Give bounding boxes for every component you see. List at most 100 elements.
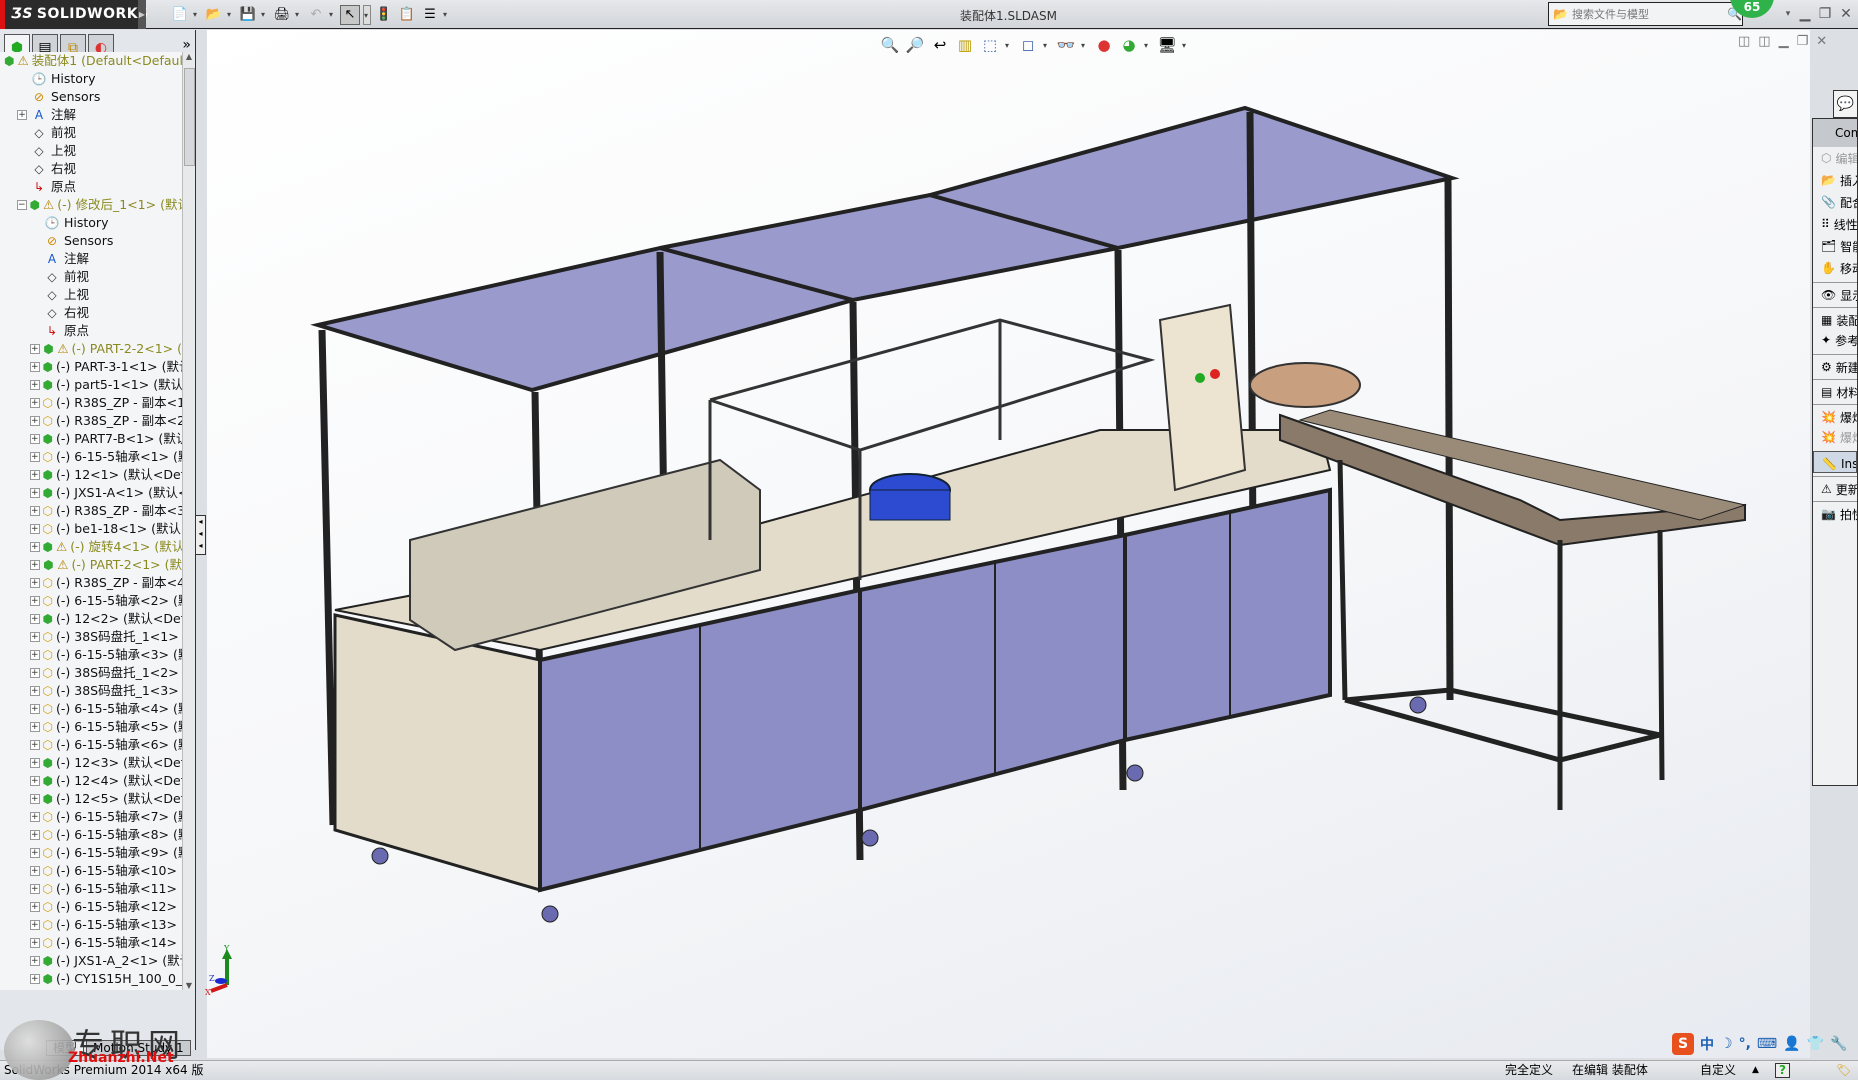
user-icon[interactable]: 👤: [1783, 1036, 1800, 1052]
tree-item[interactable]: ↳ 原点: [0, 178, 182, 196]
expand-toggle[interactable]: +: [30, 542, 40, 552]
tree-item[interactable]: + ⬡ (-) R38S_ZP - 副本<2: [0, 412, 182, 430]
section-view-icon[interactable]: ▥: [955, 35, 975, 55]
expand-toggle[interactable]: +: [30, 650, 40, 660]
rebuild-traffic-light-icon[interactable]: 🚦: [374, 5, 394, 25]
tree-item[interactable]: + ⬡ (-) 6-15-5轴承<12> (: [0, 898, 182, 916]
tree-item[interactable]: + ⬢ (-) PART7-B<1> (默认: [0, 430, 182, 448]
print-icon[interactable]: 🖨: [272, 5, 292, 25]
zoom-to-area-icon[interactable]: 🔎: [905, 35, 925, 55]
new-dropdown[interactable]: ▾: [193, 10, 201, 19]
settings-wrench-icon[interactable]: 🔧: [1830, 1036, 1847, 1052]
tree-item[interactable]: 🕒 History: [0, 70, 182, 88]
tree-item[interactable]: + ⬡ (-) 38S码盘托_1<3> (: [0, 682, 182, 700]
save-icon[interactable]: 💾: [238, 5, 258, 25]
tree-item[interactable]: + ⬢ (-) CY1S15H_100_0_0: [0, 970, 182, 988]
save-dropdown[interactable]: ▾: [261, 10, 269, 19]
command-item[interactable]: ⚙新建运动算例: [1813, 354, 1857, 376]
new-document-icon[interactable]: 📄: [170, 5, 190, 25]
ime-mode[interactable]: 中: [1700, 1034, 1714, 1054]
tree-item[interactable]: + ⬢ (-) 12<2> (默认<Defa: [0, 610, 182, 628]
expand-toggle[interactable]: +: [30, 758, 40, 768]
expand-toggle[interactable]: +: [30, 668, 40, 678]
tree-item[interactable]: ⬢ ⚠ 装配体1 (Default<Default: [0, 52, 182, 70]
command-item[interactable]: ✋移动零部件: [1813, 257, 1857, 279]
command-item[interactable]: ▦装配体特征: [1813, 307, 1857, 329]
tree-item[interactable]: + A 注解: [0, 106, 182, 124]
search-input[interactable]: 搜索文件与模型: [1572, 6, 1723, 22]
tree-item[interactable]: + ⬢ (-) 12<1> (默认<Defa: [0, 466, 182, 484]
help-icon[interactable]: ?: [1775, 1063, 1790, 1078]
panel-collapse-handle[interactable]: ◂ ◂ ◂: [196, 515, 206, 555]
scroll-thumb[interactable]: [184, 68, 195, 166]
edit-appearance-icon[interactable]: ●: [1094, 35, 1114, 55]
tree-item[interactable]: + ⬡ (-) R38S_ZP - 副本<1: [0, 394, 182, 412]
expand-toggle[interactable]: +: [30, 956, 40, 966]
expand-toggle[interactable]: +: [30, 812, 40, 822]
command-item[interactable]: 💥爆炸视图: [1813, 404, 1857, 426]
tree-item[interactable]: 🕒 History: [0, 214, 182, 232]
hide-show-items-icon[interactable]: 👓: [1056, 35, 1076, 55]
doc-minimize-icon[interactable]: ▁: [1779, 34, 1789, 49]
scroll-up-arrow[interactable]: ▲: [183, 52, 195, 61]
tree-scrollbar[interactable]: ▲ ▼: [182, 52, 195, 990]
command-item[interactable]: ✦参考几何体: [1813, 329, 1857, 351]
tile-right-icon[interactable]: ◫: [1758, 34, 1770, 49]
expand-toggle[interactable]: +: [30, 848, 40, 858]
tag-icon[interactable]: 🏷: [1836, 1061, 1851, 1080]
close-icon[interactable]: ✕: [1836, 5, 1856, 23]
tree-item[interactable]: + ⬡ (-) 6-15-5轴承<2> (默: [0, 592, 182, 610]
units-selector[interactable]: 自定义: [1700, 1061, 1736, 1080]
expand-toggle[interactable]: +: [30, 614, 40, 624]
expand-toggle[interactable]: +: [30, 362, 40, 372]
expand-toggle[interactable]: +: [30, 398, 40, 408]
tree-item[interactable]: + ⬡ (-) 6-15-5轴承<6> (默: [0, 736, 182, 754]
tree-item[interactable]: + ⬢ (-) 12<5> (默认<Defa: [0, 790, 182, 808]
expand-toggle[interactable]: +: [30, 506, 40, 516]
expand-toggle[interactable]: +: [30, 470, 40, 480]
tree-item[interactable]: ⊘ Sensors: [0, 88, 182, 106]
doc-close-icon[interactable]: ✕: [1816, 34, 1827, 49]
display-style-dropdown[interactable]: ▾: [1043, 41, 1051, 50]
expand-toggle[interactable]: +: [30, 974, 40, 984]
tree-item[interactable]: + ⬡ (-) 6-15-5轴承<9> (默: [0, 844, 182, 862]
tree-item[interactable]: + ⬡ (-) 6-15-5轴承<1> (默: [0, 448, 182, 466]
tree-item[interactable]: A 注解: [0, 250, 182, 268]
tree-item[interactable]: + ⬡ (-) 6-15-5轴承<8> (默: [0, 826, 182, 844]
expand-toggle[interactable]: +: [30, 452, 40, 462]
view-settings-icon[interactable]: 🖥: [1157, 35, 1177, 55]
expand-toggle[interactable]: +: [30, 416, 40, 426]
command-item[interactable]: ▤材料明细表: [1813, 379, 1857, 401]
open-folder-icon[interactable]: 📂: [204, 5, 224, 25]
expand-toggle[interactable]: +: [30, 866, 40, 876]
previous-view-icon[interactable]: ↩: [930, 35, 950, 55]
undo-dropdown[interactable]: ▾: [329, 10, 337, 19]
tree-item[interactable]: + ⬡ (-) 6-15-5轴承<4> (默: [0, 700, 182, 718]
select-dropdown[interactable]: ▾: [363, 4, 371, 25]
tree-item[interactable]: − ⬢ ⚠ (-) 修改后_1<1> (默认: [0, 196, 182, 214]
graphics-area[interactable]: [207, 30, 1810, 1058]
tree-item[interactable]: ↳ 原点: [0, 322, 182, 340]
tree-item[interactable]: + ⬡ (-) 6-15-5轴承<3> (默: [0, 646, 182, 664]
tile-left-icon[interactable]: ◫: [1738, 34, 1750, 49]
expand-toggle[interactable]: +: [30, 344, 40, 354]
command-item[interactable]: 💥爆炸直线草图: [1813, 426, 1857, 448]
tree-item[interactable]: + ⬢ ⚠ (-) PART-2<1> (默: [0, 556, 182, 574]
expand-toggle[interactable]: +: [30, 380, 40, 390]
expand-toggle[interactable]: +: [30, 740, 40, 750]
apply-scene-dropdown[interactable]: ▾: [1144, 41, 1152, 50]
status-expand-arrow[interactable]: ▲: [1752, 1061, 1759, 1080]
tree-item[interactable]: + ⬡ (-) 38S码盘托_1<1> (: [0, 628, 182, 646]
apply-scene-icon[interactable]: ◕: [1119, 35, 1139, 55]
tree-item[interactable]: + ⬡ (-) 6-15-5轴承<5> (默: [0, 718, 182, 736]
command-item[interactable]: 📂插入零部件: [1813, 169, 1857, 191]
expand-toggle[interactable]: +: [30, 596, 40, 606]
tree-item[interactable]: ◇ 上视: [0, 142, 182, 160]
restore-icon[interactable]: ❐: [1815, 5, 1835, 23]
hide-show-dropdown[interactable]: ▾: [1081, 41, 1089, 50]
expand-toggle[interactable]: +: [30, 560, 40, 570]
tree-item[interactable]: ⊘ Sensors: [0, 232, 182, 250]
tree-item[interactable]: + ⬡ (-) 6-15-5轴承<13> (: [0, 916, 182, 934]
expand-toggle[interactable]: +: [30, 632, 40, 642]
expand-toggle[interactable]: +: [30, 776, 40, 786]
